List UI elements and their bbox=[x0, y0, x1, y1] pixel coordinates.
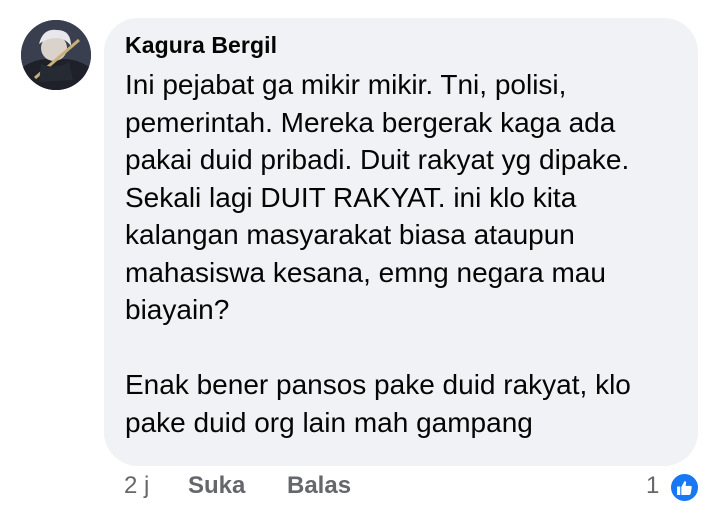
comment-line: Sekali lagi DUIT RAKYAT. ini klo kita bbox=[125, 181, 577, 213]
thumbs-up-glyph bbox=[677, 481, 692, 495]
comment-line: pemerintah. Mereka bergerak kaga ada bbox=[125, 106, 616, 138]
comment-author[interactable]: Kagura Bergil bbox=[125, 32, 277, 59]
comment-line: mahasiswa kesana, emng negara mau bbox=[125, 256, 606, 288]
comment-line: biayain? bbox=[125, 294, 230, 325]
reply-button[interactable]: Balas bbox=[287, 472, 351, 500]
avatar-image bbox=[21, 20, 91, 90]
avatar[interactable] bbox=[21, 20, 91, 90]
comment-line: pake duid org lain mah gampang bbox=[125, 406, 533, 438]
reaction-count[interactable]: 1 bbox=[646, 472, 659, 500]
comment-line: Enak bener pansos pake duid rakyat, klo bbox=[125, 369, 631, 400]
thumbs-up-icon[interactable] bbox=[669, 472, 700, 503]
comment-text: Ini pejabat ga mikir mikir. Tni, polisi,… bbox=[125, 66, 685, 441]
comment-line: kalangan masyarakat biasa ataupun bbox=[125, 219, 575, 250]
comment-paragraph-break bbox=[125, 329, 685, 367]
comment-line: Ini pejabat ga mikir mikir. Tni, polisi, bbox=[125, 69, 567, 100]
comment-timestamp[interactable]: 2 j bbox=[124, 472, 149, 500]
comment-line: pakai duid pribadi. Duit rakyat yg dipak… bbox=[125, 144, 630, 175]
like-button[interactable]: Suka bbox=[188, 472, 245, 500]
